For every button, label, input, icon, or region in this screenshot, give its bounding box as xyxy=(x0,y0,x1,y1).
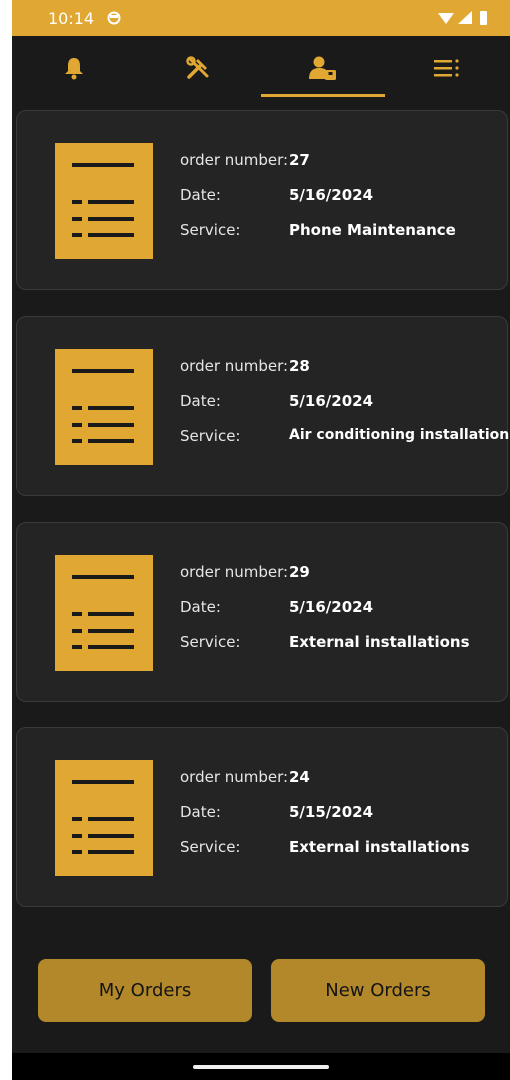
service-label: Service: xyxy=(180,221,241,239)
date-row: Date: 5/16/2024 xyxy=(180,186,373,204)
status-time: 10:14 xyxy=(48,9,95,28)
service-value: Air conditioning installation xyxy=(289,427,510,443)
order-card[interactable]: order number: 28 Date: 5/16/2024 Service… xyxy=(16,316,509,496)
order-number-value: 24 xyxy=(289,768,310,786)
order-number-row: order number: 29 xyxy=(180,563,310,581)
user-orders-icon xyxy=(309,56,336,80)
notification-dot-icon xyxy=(107,11,121,25)
tab-services[interactable] xyxy=(136,36,260,100)
date-row: Date: 5/15/2024 xyxy=(180,803,373,821)
date-label: Date: xyxy=(180,598,221,616)
date-label: Date: xyxy=(180,803,221,821)
tools-icon xyxy=(186,56,209,79)
date-row: Date: 5/16/2024 xyxy=(180,598,373,616)
status-bar: 10:14 xyxy=(12,0,510,36)
order-document-icon xyxy=(55,143,153,259)
order-number-value: 29 xyxy=(289,563,310,581)
service-value: Phone Maintenance xyxy=(289,221,456,239)
service-row: Service: External installations xyxy=(180,633,470,651)
system-navigation-bar xyxy=(12,1053,510,1080)
service-value: External installations xyxy=(289,838,470,856)
date-label: Date: xyxy=(180,186,221,204)
order-card[interactable]: order number: 24 Date: 5/15/2024 Service… xyxy=(16,727,508,907)
battery-icon xyxy=(480,11,487,25)
order-number-value: 28 xyxy=(289,357,310,375)
selected-tab-indicator xyxy=(261,94,385,97)
order-number-label: order number: xyxy=(180,768,289,786)
service-label: Service: xyxy=(180,838,241,856)
signal-icon xyxy=(458,11,472,24)
wifi-icon xyxy=(438,13,454,24)
service-value: External installations xyxy=(289,633,470,651)
order-document-icon xyxy=(55,349,153,465)
order-number-label: order number: xyxy=(180,151,289,169)
service-row: Service: Air conditioning installation xyxy=(180,427,509,445)
date-label: Date: xyxy=(180,392,221,410)
bell-icon xyxy=(65,58,83,80)
service-row: Service: Phone Maintenance xyxy=(180,221,456,239)
order-number-value: 27 xyxy=(289,151,310,169)
tab-menu[interactable] xyxy=(385,36,509,100)
status-icons xyxy=(438,11,487,25)
service-label: Service: xyxy=(180,427,241,445)
list-menu-icon xyxy=(434,59,459,77)
service-row: Service: External installations xyxy=(180,838,470,856)
order-document-icon xyxy=(55,760,153,876)
order-document-icon xyxy=(55,555,153,671)
order-card[interactable]: order number: 27 Date: 5/16/2024 Service… xyxy=(16,110,508,290)
order-card[interactable]: order number: 29 Date: 5/16/2024 Service… xyxy=(16,522,508,702)
tab-my-orders[interactable] xyxy=(261,36,385,100)
date-value: 5/16/2024 xyxy=(289,392,374,410)
new-orders-button[interactable]: New Orders xyxy=(271,959,485,1022)
order-number-label: order number: xyxy=(180,563,289,581)
date-value: 5/16/2024 xyxy=(289,186,374,204)
service-label: Service: xyxy=(180,633,241,651)
order-number-row: order number: 28 xyxy=(180,357,310,375)
date-value: 5/16/2024 xyxy=(289,598,374,616)
date-row: Date: 5/16/2024 xyxy=(180,392,373,410)
app-screen: 10:14 order number: 27 Date: 5/16/2024 S… xyxy=(12,0,510,1080)
my-orders-button[interactable]: My Orders xyxy=(38,959,252,1022)
top-tab-bar xyxy=(12,36,510,100)
date-value: 5/15/2024 xyxy=(289,803,374,821)
home-gesture-handle[interactable] xyxy=(193,1065,329,1069)
order-number-row: order number: 24 xyxy=(180,768,310,786)
tab-notifications[interactable] xyxy=(12,36,136,100)
order-number-row: order number: 27 xyxy=(180,151,310,169)
order-number-label: order number: xyxy=(180,357,289,375)
